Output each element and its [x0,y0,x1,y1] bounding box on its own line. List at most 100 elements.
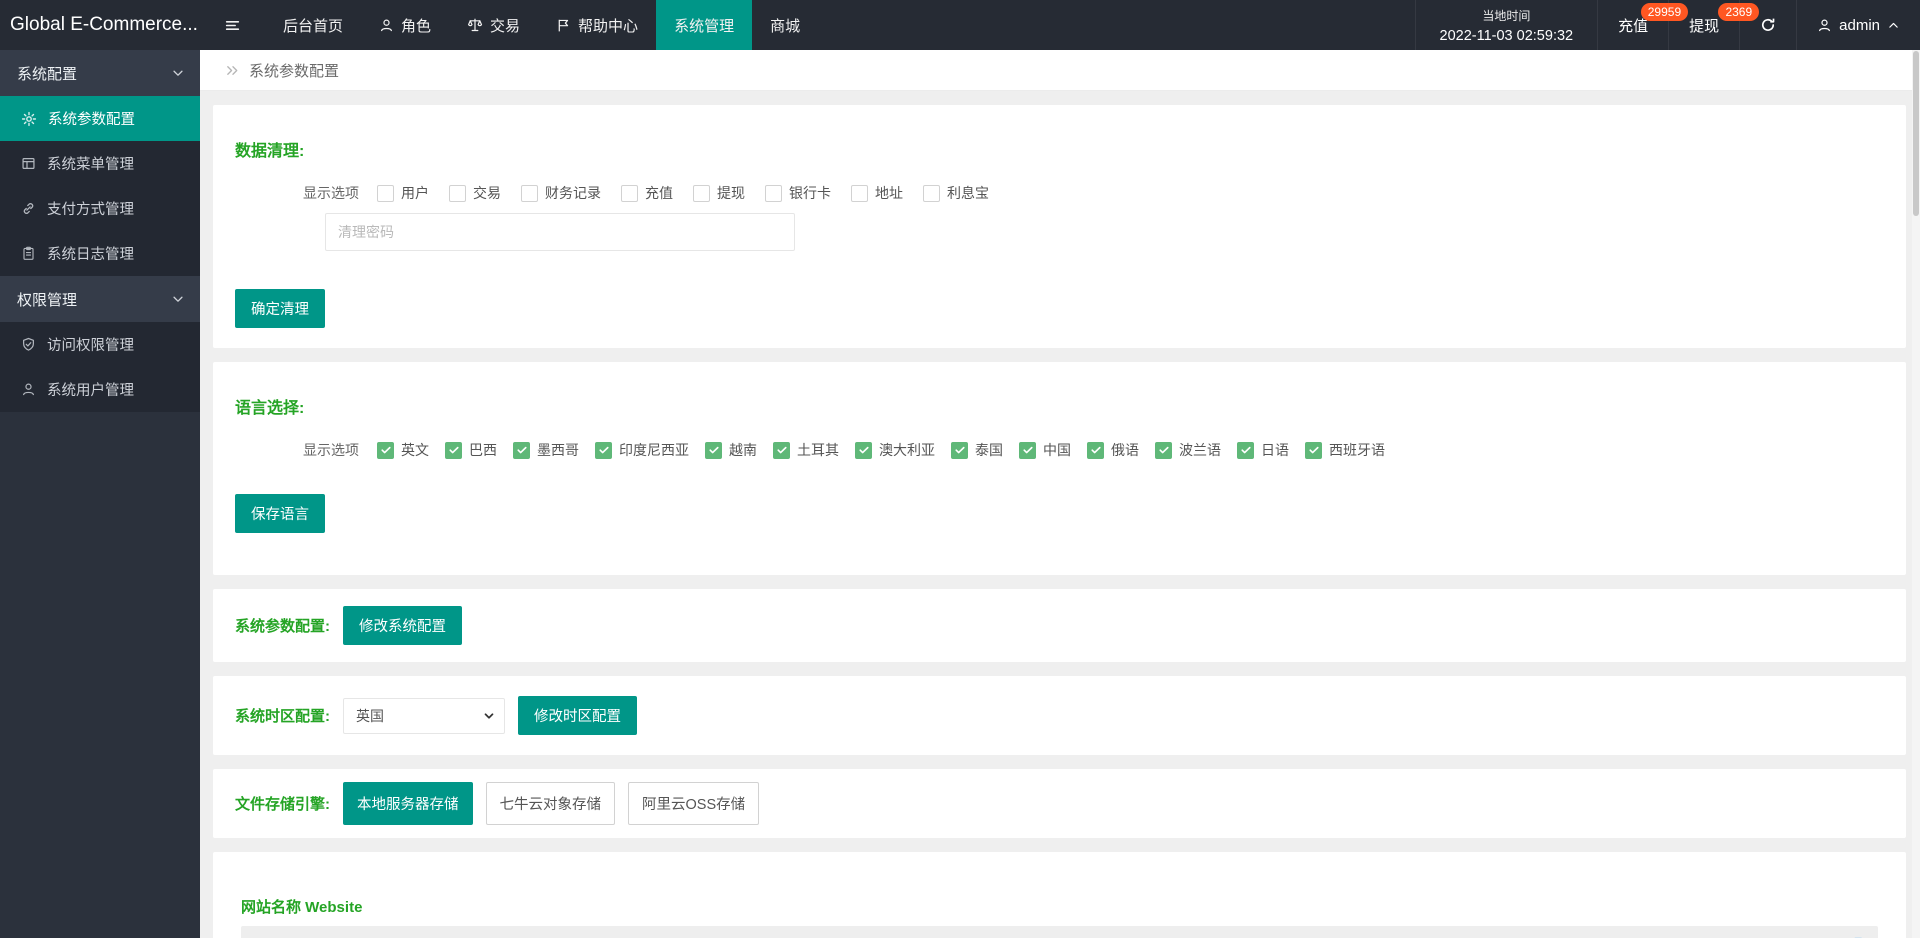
withdraw-badge: 2369 [1718,3,1760,21]
website-name-input[interactable] [241,926,1878,938]
checkbox-checked[interactable] [1155,441,1172,459]
nav-item-roles[interactable]: 角色 [361,0,449,50]
checkbox-option[interactable]: 交易 [449,183,501,203]
checkbox-unchecked[interactable] [851,184,868,202]
checkbox-option[interactable]: 巴西 [445,440,497,460]
sidebar-section-label: 权限管理 [17,291,78,309]
checkbox-unchecked[interactable] [693,184,710,202]
checkbox-unchecked[interactable] [621,184,638,202]
checkbox-option[interactable]: 印度尼西亚 [595,440,689,460]
checkbox-option[interactable]: 日语 [1237,440,1289,460]
app-logo[interactable]: Global E-Commerce... [0,0,200,50]
refresh-icon [1760,17,1776,33]
clipboard-icon [21,246,36,261]
checkbox-checked[interactable] [513,441,530,459]
checkbox-option[interactable]: 波兰语 [1155,440,1221,460]
checkbox-option[interactable]: 俄语 [1087,440,1139,460]
checkbox-label: 泰国 [975,442,1003,458]
checkbox-option[interactable]: 用户 [377,183,429,203]
sidebar-item-label: 系统参数配置 [48,112,135,128]
checkbox-checked[interactable] [1019,441,1036,459]
storage-option-button[interactable]: 阿里云OSS存储 [628,782,760,825]
timezone-select[interactable]: 英国 [343,697,505,734]
sidebar-item-access-permissions[interactable]: 访问权限管理 [0,322,200,367]
options-row-label: 显示选项 [303,442,359,458]
checkbox-unchecked[interactable] [377,184,394,202]
checkbox-label: 日语 [1261,442,1289,458]
options-row-label: 显示选项 [303,185,359,201]
checkbox-option[interactable]: 西班牙语 [1305,440,1385,460]
checkbox-checked[interactable] [773,441,790,459]
sidebar-section-permission-mgmt[interactable]: 权限管理 [0,276,200,322]
hamburger-button[interactable] [200,0,265,50]
checkbox-unchecked[interactable] [521,184,538,202]
checkbox-label: 财务记录 [545,185,601,201]
checkbox-checked[interactable] [951,441,968,459]
checkbox-checked[interactable] [445,441,462,459]
clean-password-input[interactable] [325,213,795,251]
scrollbar-track[interactable] [1912,50,1920,938]
user-menu[interactable]: admin [1796,0,1920,50]
sidebar-item-label: 系统日志管理 [47,247,134,263]
sidebar-section-system-config[interactable]: 系统配置 [0,50,200,96]
nav-item-trade[interactable]: 交易 [449,0,538,50]
checkbox-unchecked[interactable] [765,184,782,202]
checkbox-option[interactable]: 土耳其 [773,440,839,460]
storage-option-button-active[interactable]: 本地服务器存储 [343,782,473,825]
checkbox-unchecked[interactable] [923,184,940,202]
checkbox-option[interactable]: 越南 [705,440,757,460]
sidebar-item-label: 支付方式管理 [47,202,134,218]
nav-item-label: 系统管理 [674,17,735,35]
checkbox-label: 用户 [401,185,429,201]
checkbox-option[interactable]: 澳大利亚 [855,440,935,460]
checkbox-option[interactable]: 提现 [693,183,745,203]
scrollbar-thumb[interactable] [1913,51,1919,216]
checkbox-label: 澳大利亚 [879,442,935,458]
modify-timezone-button[interactable]: 修改时区配置 [518,696,637,735]
nav-menu: 后台首页 角色 交易 帮助中心 系统管理 商城 [200,0,818,50]
checkbox-checked[interactable] [377,441,394,459]
nav-item-mall[interactable]: 商城 [752,0,818,50]
checkbox-option[interactable]: 泰国 [951,440,1003,460]
checkbox-checked[interactable] [1087,441,1104,459]
recharge-button[interactable]: 充值 29959 [1597,0,1689,50]
checkbox-option[interactable]: 墨西哥 [513,440,579,460]
panel-title: 数据清理: [235,143,305,160]
checkbox-option[interactable]: 英文 [377,440,429,460]
checkbox-option[interactable]: 财务记录 [521,183,601,203]
checkbox-label: 越南 [729,442,757,458]
checkbox-checked[interactable] [705,441,722,459]
checkbox-option[interactable]: 利息宝 [923,183,989,203]
checkbox-option[interactable]: 地址 [851,183,903,203]
panel-website-name: 网站名称 Website 网站名称及网站图标，将显示在浏览器的标签上 [213,852,1906,938]
checkbox-label: 地址 [875,185,903,201]
save-language-button[interactable]: 保存语言 [235,494,325,533]
nav-item-label: 角色 [401,17,432,35]
sidebar-item-payment-methods[interactable]: 支付方式管理 [0,186,200,231]
checkbox-option[interactable]: 银行卡 [765,183,831,203]
checkbox-option[interactable]: 中国 [1019,440,1071,460]
sidebar-item-system-logs[interactable]: 系统日志管理 [0,231,200,276]
checkbox-unchecked[interactable] [449,184,466,202]
sidebar-item-system-users[interactable]: 系统用户管理 [0,367,200,412]
checkbox-checked[interactable] [1305,441,1322,459]
checkbox-checked[interactable] [595,441,612,459]
nav-item-label: 商城 [770,17,801,35]
sidebar-item-system-params[interactable]: 系统参数配置 [0,96,200,141]
checkbox-checked[interactable] [855,441,872,459]
nav-item-home[interactable]: 后台首页 [265,0,361,50]
website-name-label: 网站名称 Website [241,899,363,916]
link-icon [21,201,36,216]
sidebar-section-label: 系统配置 [17,65,78,83]
panel-storage-engine: 文件存储引擎: 本地服务器存储 七牛云对象存储 阿里云OSS存储 [213,769,1906,838]
sidebar-item-system-menu[interactable]: 系统菜单管理 [0,141,200,186]
confirm-clean-button[interactable]: 确定清理 [235,289,325,328]
chevron-up-icon [1887,19,1900,32]
storage-option-button[interactable]: 七牛云对象存储 [485,782,615,825]
modify-system-config-button[interactable]: 修改系统配置 [343,606,462,645]
nav-item-help-center[interactable]: 帮助中心 [538,0,656,50]
checkbox-option[interactable]: 充值 [621,183,673,203]
website-name-field [241,926,1878,938]
checkbox-checked[interactable] [1237,441,1254,459]
nav-item-system-admin[interactable]: 系统管理 [656,0,753,50]
